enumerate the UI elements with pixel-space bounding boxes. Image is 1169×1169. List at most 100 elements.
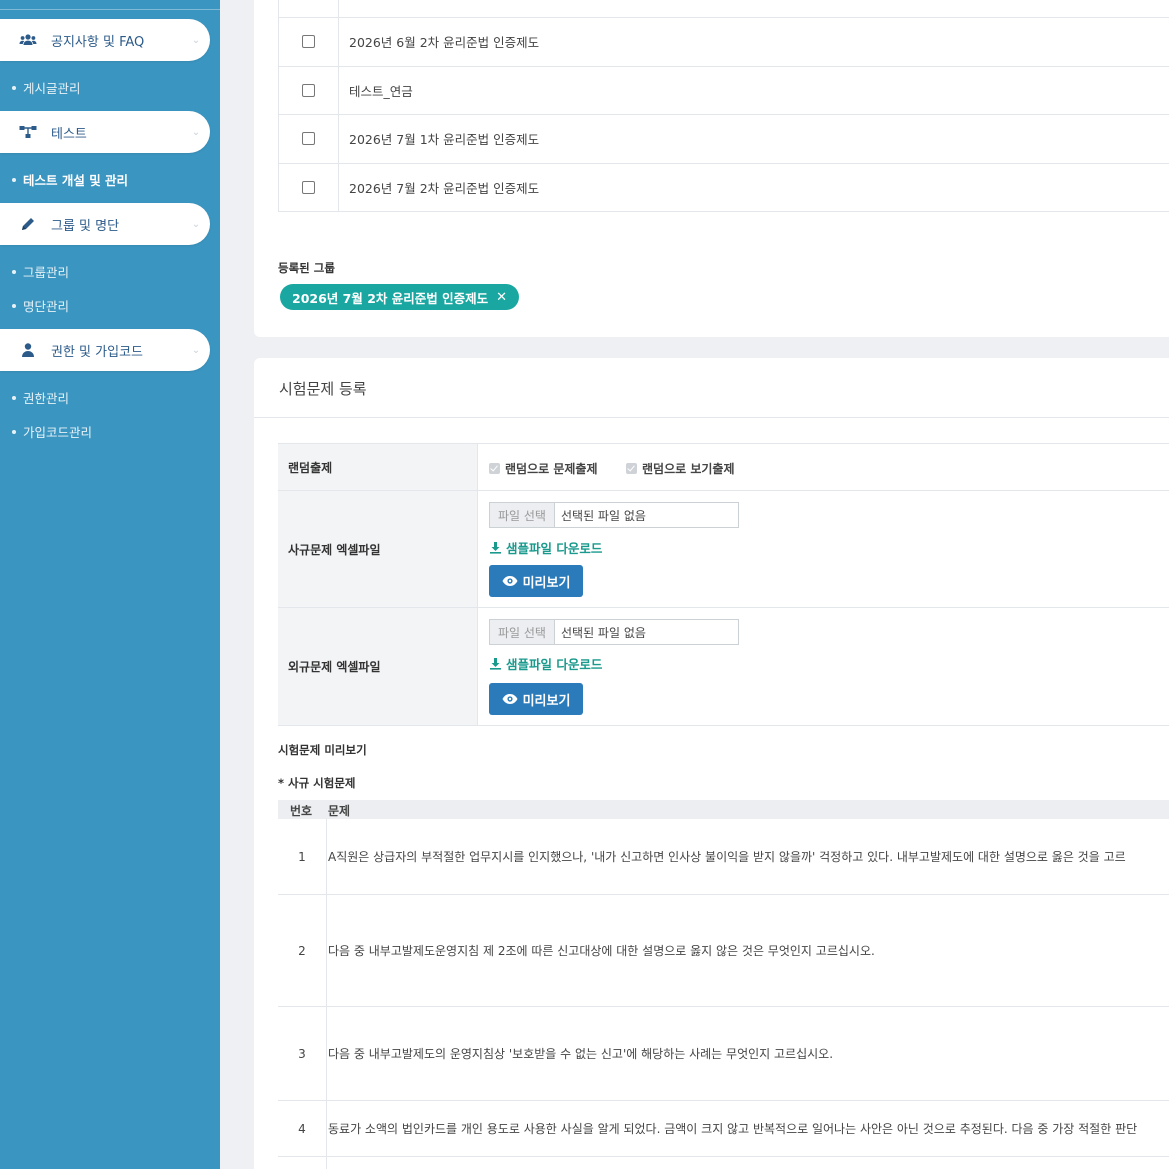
preview-button[interactable]: 미리보기: [489, 683, 583, 715]
sidebar-item-label: 가입코드관리: [23, 425, 93, 440]
random-question-checkbox[interactable]: 랜덤으로 문제출제: [489, 460, 598, 477]
form-field: 파일 선택 선택된 파일 없음 샘플파일 다운로드 미리보기: [478, 608, 1169, 725]
question-text: 동료가 소액의 법인카드를 개인 용도로 사용한 사실을 알게 되었다. 금액이…: [328, 1122, 1138, 1136]
form-row-external-file: 외규문제 엑셀파일 파일 선택 선택된 파일 없음 샘플파일 다운로드 미리보기: [278, 608, 1169, 726]
file-input[interactable]: 파일 선택 선택된 파일 없음: [489, 619, 739, 645]
button-label: 미리보기: [522, 575, 571, 591]
section-title: 시험문제 등록: [279, 380, 367, 398]
pencil-icon: [17, 213, 39, 235]
table-row: [278, 1157, 1169, 1169]
sample-download-link[interactable]: 샘플파일 다운로드: [489, 654, 602, 673]
bullet-icon: [12, 177, 16, 182]
question-text: A직원은 상급자의 부적절한 업무지시를 인지했으나, '내가 신고하면 인사상…: [328, 850, 1126, 864]
download-icon: [490, 658, 501, 670]
sidebar-item-roster-manage[interactable]: 명단관리: [12, 296, 69, 315]
random-choice-checkbox[interactable]: 랜덤으로 보기출제: [626, 460, 735, 477]
link-label: 샘플파일 다운로드: [506, 657, 603, 672]
preview-title: 시험문제 미리보기: [278, 743, 367, 757]
checkbox-cell: [279, 0, 339, 17]
table-header: 번호 문제: [278, 800, 1169, 819]
sidebar-item-label: 그룹관리: [23, 265, 70, 280]
checkbox-cell: [279, 163, 339, 211]
chevron-down-icon: ⌄: [191, 34, 201, 46]
internal-preview-title: * 사규 시험문제: [278, 776, 356, 790]
sidebar-item-group-manage[interactable]: 그룹관리: [12, 262, 69, 281]
table-row: 2026년 7월 1차 윤리준법 인증제도: [279, 115, 1169, 164]
sample-download-link[interactable]: 샘플파일 다운로드: [489, 538, 602, 557]
sidebar-menu-label: 권한 및 가입코드: [51, 344, 143, 360]
question-number: 3: [278, 1007, 327, 1100]
table-row: 4 동료가 소액의 법인카드를 개인 용도로 사용한 사실을 알게 되었다. 금…: [278, 1101, 1169, 1157]
form-label: 외규문제 엑셀파일: [278, 608, 478, 725]
table-row: 2 다음 중 내부고발제도운영지침 제 2조에 따른 신고대상에 대한 설명으로…: [278, 895, 1169, 1007]
download-icon: [490, 542, 501, 554]
sidebar-item-permission-manage[interactable]: 권한관리: [12, 388, 69, 407]
sidebar-item-posts[interactable]: 게시글관리: [12, 78, 81, 97]
sidebar-menu-test[interactable]: 테스트 ⌄: [0, 111, 210, 153]
table-row: 2026년 6월 2차 윤리준법 인증제도: [279, 18, 1169, 67]
group-name: 2026년 7월 1차 윤리준법 인증제도: [349, 132, 540, 148]
bullet-icon: [12, 429, 16, 434]
user-icon: [17, 339, 39, 361]
chevron-down-icon: ⌄: [191, 218, 201, 230]
checkbox-cell: [279, 18, 339, 66]
preview-button[interactable]: 미리보기: [489, 565, 583, 597]
checkbox-label: 랜덤으로 문제출제: [505, 462, 598, 476]
group-name: 2026년 7월 2차 윤리준법 인증제도: [349, 180, 540, 196]
sidebar-menu-auth[interactable]: 권한 및 가입코드 ⌄: [0, 329, 210, 371]
section-divider: [254, 417, 1169, 418]
sidebar-divider: [0, 9, 220, 10]
row-checkbox[interactable]: [302, 35, 315, 49]
form-row-internal-file: 사규문제 엑셀파일 파일 선택 선택된 파일 없음 샘플파일 다운로드 미리보기: [278, 491, 1169, 608]
sidebar-item-signup-code-manage[interactable]: 가입코드관리: [12, 422, 92, 441]
close-icon[interactable]: ✕: [496, 290, 507, 305]
bullet-icon: [12, 303, 16, 308]
registered-group-label: 등록된 그룹: [278, 261, 335, 275]
checkbox-label: 랜덤으로 보기출제: [642, 462, 735, 476]
file-input[interactable]: 파일 선택 선택된 파일 없음: [489, 502, 739, 528]
users-icon: [17, 29, 39, 51]
question-text: 다음 중 내부고발제도의 운영지침상 '보호받을 수 없는 신고'에 해당하는 …: [328, 1047, 834, 1061]
sidebar-menu-label: 공지사항 및 FAQ: [51, 34, 145, 50]
bullet-icon: [12, 395, 16, 400]
checkbox-icon: [489, 463, 500, 474]
sidebar-item-label: 게시글관리: [23, 81, 81, 96]
checkbox-cell: [279, 115, 339, 163]
table-row: 테스트_연금: [279, 66, 1169, 115]
form-label: 사규문제 엑셀파일: [278, 491, 478, 607]
column-header-no: 번호: [290, 804, 313, 818]
chevron-down-icon: ⌄: [191, 126, 201, 138]
sidebar: 공지사항 및 FAQ ⌄ 게시글관리 테스트 ⌄ 테스트 개설 및 관리 그룹 …: [0, 0, 220, 1169]
bullet-icon: [12, 85, 16, 90]
question-number: 4: [278, 1101, 327, 1156]
file-status: 선택된 파일 없음: [560, 508, 646, 523]
checkbox-cell: [279, 66, 339, 114]
sidebar-menu-group[interactable]: 그룹 및 명단 ⌄: [0, 203, 210, 245]
row-checkbox[interactable]: [302, 180, 315, 194]
table-row: 1 A직원은 상급자의 부적절한 업무지시를 인지했으나, '내가 신고하면 인…: [278, 819, 1169, 895]
row-checkbox[interactable]: [302, 83, 315, 97]
group-list-table: 2026년 6월 2차 윤리준법 인증제도 테스트_연금 2026년 7월 1차…: [278, 0, 1169, 212]
bullet-icon: [12, 269, 16, 274]
form-label: 랜덤출제: [278, 444, 478, 490]
tag-label: 2026년 7월 2차 윤리준법 인증제도: [292, 290, 489, 306]
sidebar-item-label: 권한관리: [23, 391, 70, 406]
sidebar-menu-label: 그룹 및 명단: [51, 218, 120, 234]
file-select-button[interactable]: 파일 선택: [490, 503, 555, 527]
sidebar-item-label: 명단관리: [23, 299, 70, 314]
sidebar-item-test-manage[interactable]: 테스트 개설 및 관리: [12, 170, 128, 189]
sidebar-item-label: 테스트 개설 및 관리: [23, 173, 129, 188]
button-label: 미리보기: [522, 693, 571, 709]
sidebar-menu-label: 테스트: [51, 126, 87, 142]
row-checkbox[interactable]: [302, 132, 315, 146]
chevron-down-icon: ⌄: [191, 344, 201, 356]
sidebar-menu-notice-faq[interactable]: 공지사항 및 FAQ ⌄: [0, 19, 210, 61]
table-row: 2026년 7월 2차 윤리준법 인증제도: [279, 163, 1169, 212]
file-status: 선택된 파일 없음: [560, 625, 646, 640]
eye-icon: [502, 694, 518, 704]
group-name: 2026년 6월 2차 윤리준법 인증제도: [349, 35, 540, 51]
group-name: 테스트_연금: [349, 83, 413, 99]
registered-group-tag: 2026년 7월 2차 윤리준법 인증제도 ✕: [280, 284, 519, 310]
checkbox-icon: [626, 463, 637, 474]
file-select-button[interactable]: 파일 선택: [490, 620, 555, 644]
